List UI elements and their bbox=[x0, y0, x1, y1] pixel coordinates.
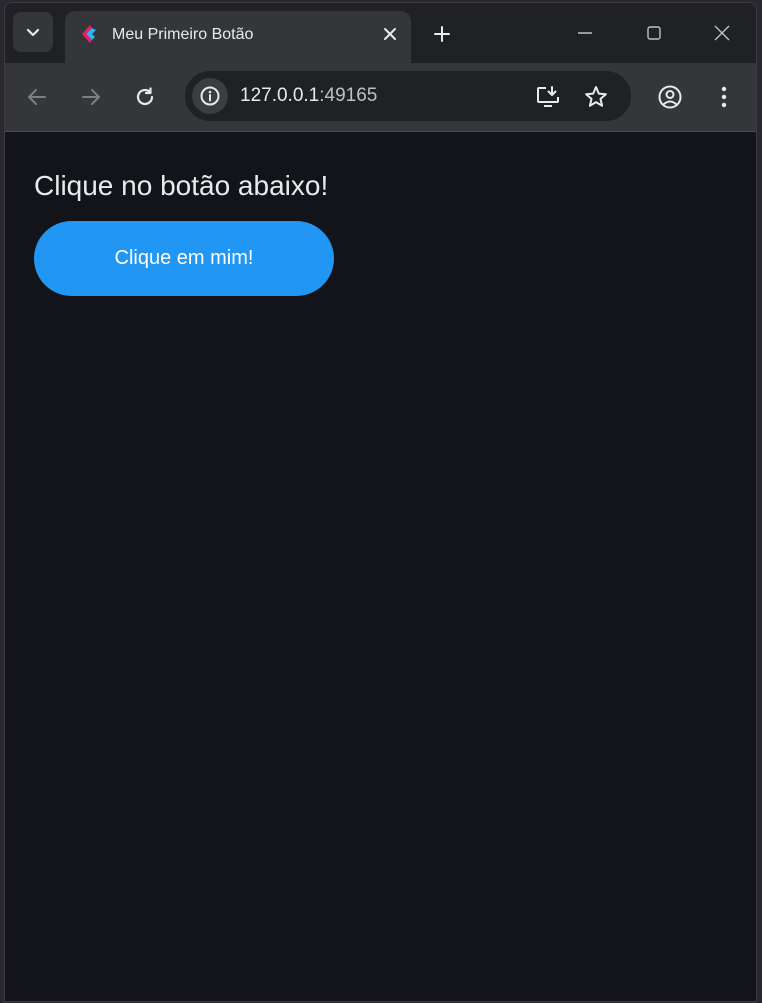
browser-toolbar: 127.0.0.1:49165 bbox=[5, 63, 756, 132]
tab-title: Meu Primeiro Botão bbox=[112, 26, 254, 43]
browser-window: Meu Primeiro Botão 127.0.0.1:49165 Cliqu… bbox=[4, 2, 757, 1002]
account-circle-icon bbox=[657, 84, 683, 110]
star-icon bbox=[583, 84, 609, 110]
maximize-icon bbox=[646, 25, 662, 41]
click-me-button[interactable]: Clique em mim! bbox=[34, 221, 334, 296]
profile-button[interactable] bbox=[652, 79, 688, 115]
url-host: 127.0.0.1 bbox=[240, 85, 320, 106]
bookmark-button[interactable] bbox=[582, 83, 610, 111]
plus-icon bbox=[433, 25, 451, 43]
close-icon bbox=[383, 27, 397, 41]
address-bar[interactable]: 127.0.0.1:49165 bbox=[185, 71, 631, 121]
url-text[interactable]: 127.0.0.1:49165 bbox=[240, 85, 377, 107]
close-icon bbox=[713, 24, 731, 42]
arrow-right-icon bbox=[80, 86, 102, 108]
site-info-button[interactable] bbox=[192, 78, 228, 114]
page-content: Clique no botão abaixo! Clique em mim! bbox=[5, 132, 756, 1001]
chevron-down-icon bbox=[25, 24, 41, 40]
more-vert-icon bbox=[720, 85, 728, 109]
tab-close-button[interactable] bbox=[377, 21, 403, 47]
flutter-logo-icon bbox=[79, 24, 99, 44]
install-app-icon bbox=[535, 84, 561, 110]
tab-strip: Meu Primeiro Botão bbox=[5, 3, 756, 63]
minimize-button[interactable] bbox=[565, 15, 605, 51]
minimize-icon bbox=[577, 25, 593, 41]
menu-button[interactable] bbox=[706, 79, 742, 115]
maximize-button[interactable] bbox=[634, 15, 674, 51]
arrow-left-icon bbox=[26, 86, 48, 108]
tab-search-button[interactable] bbox=[13, 12, 53, 52]
close-window-button[interactable] bbox=[702, 15, 742, 51]
page-heading: Clique no botão abaixo! bbox=[34, 170, 329, 201]
info-icon bbox=[199, 85, 221, 107]
back-button[interactable] bbox=[19, 79, 55, 115]
forward-button[interactable] bbox=[73, 79, 109, 115]
install-app-button[interactable] bbox=[534, 83, 562, 111]
new-tab-button[interactable] bbox=[425, 17, 459, 51]
tab-active[interactable]: Meu Primeiro Botão bbox=[65, 11, 411, 63]
url-port: :49165 bbox=[319, 85, 378, 106]
reload-button[interactable] bbox=[127, 79, 163, 115]
reload-icon bbox=[134, 86, 156, 108]
